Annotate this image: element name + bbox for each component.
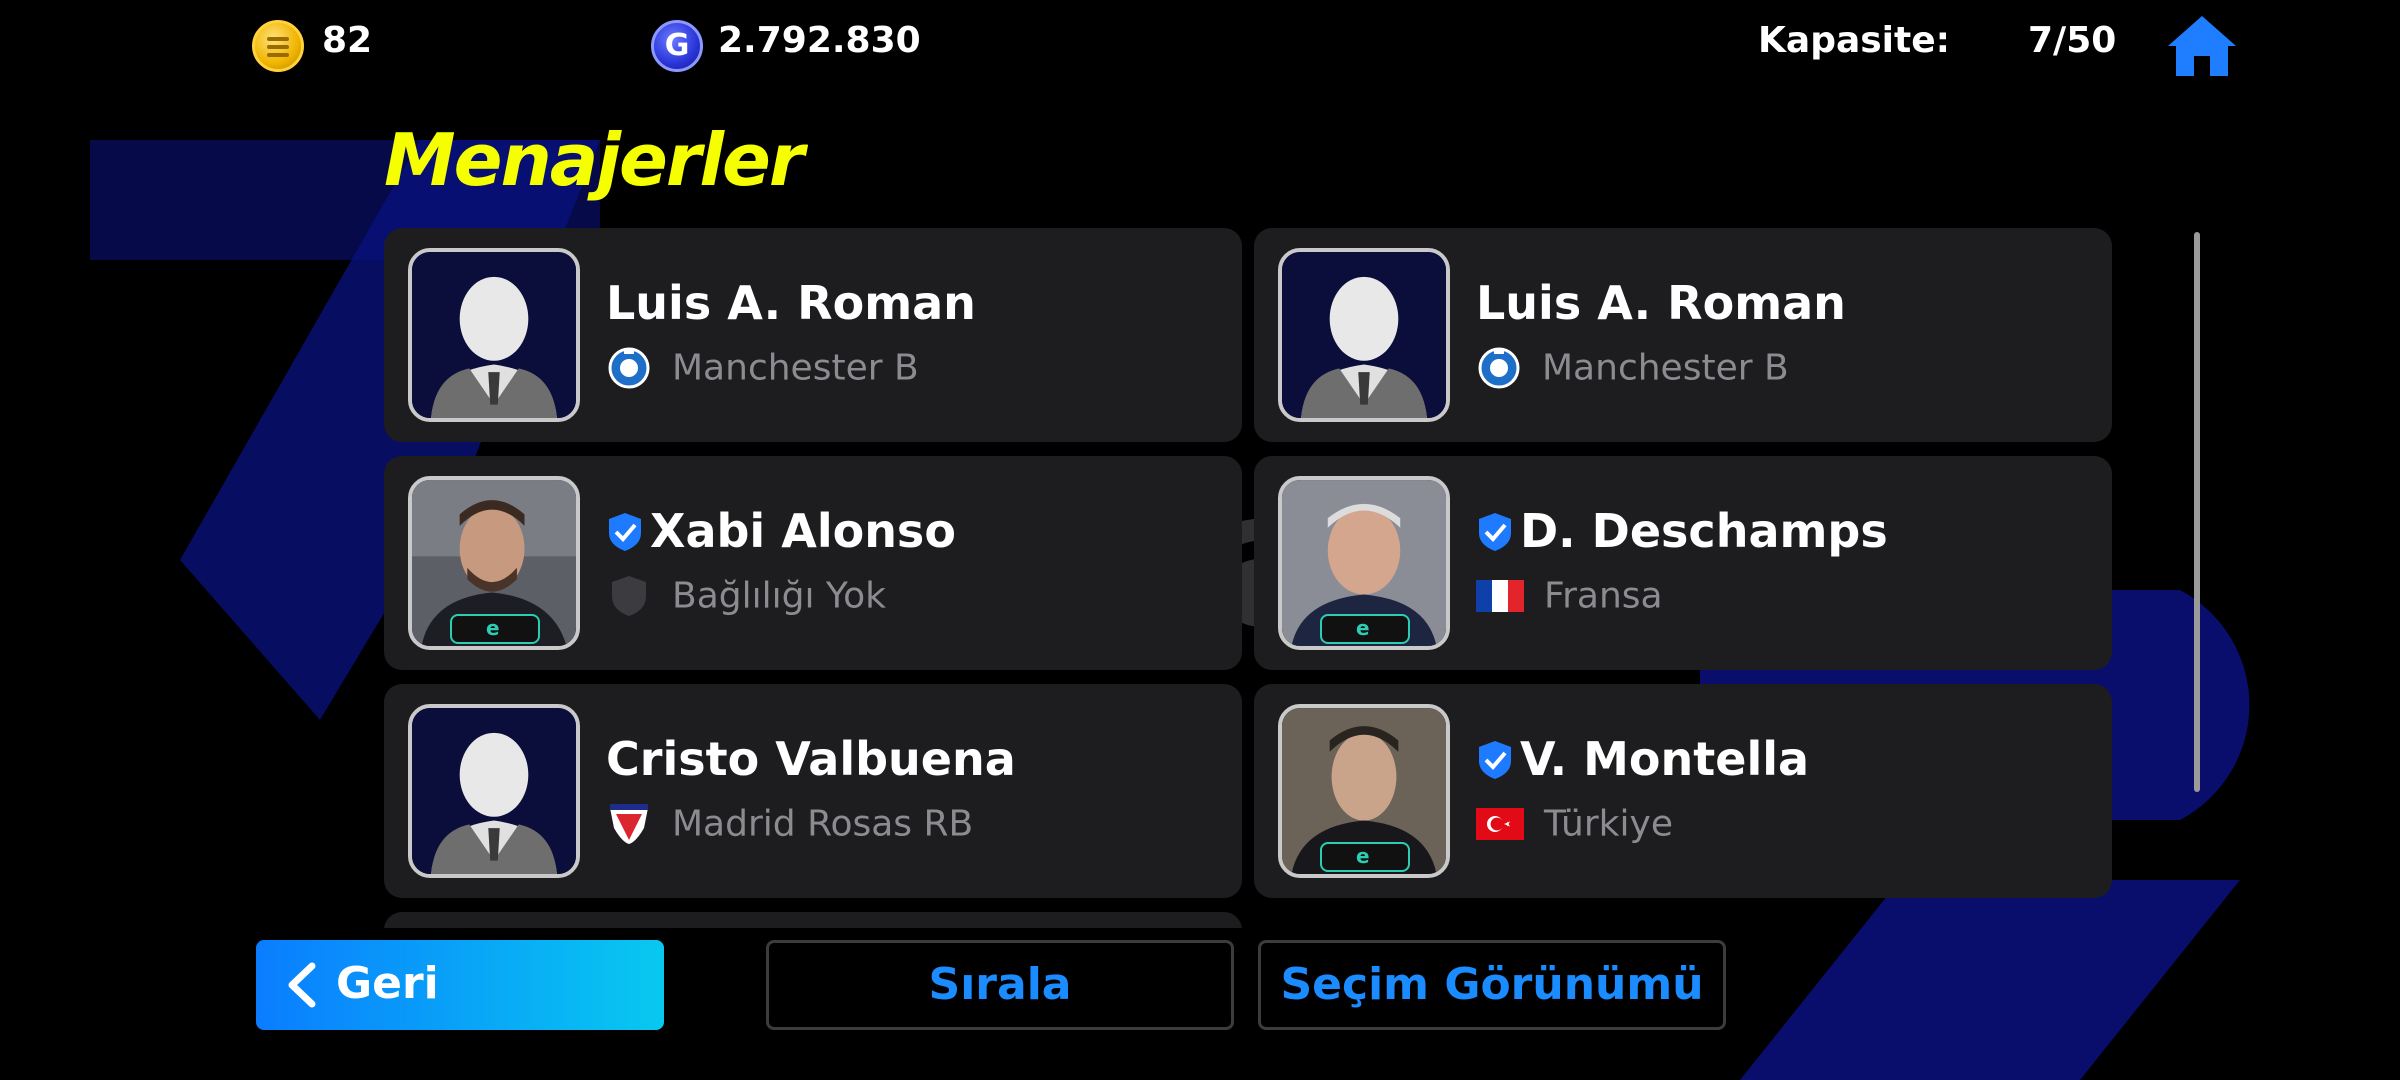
sort-button[interactable]: Sırala <box>766 940 1234 1030</box>
verified-badge <box>450 614 540 644</box>
manager-name: D. Deschamps <box>1520 504 1888 558</box>
verified-shield-icon <box>1479 741 1511 779</box>
manager-name: Luis A. Roman <box>606 276 976 330</box>
avatar <box>408 248 580 422</box>
manager-list: Luis A. Roman Manchester B Luis A. Roman <box>384 228 2114 928</box>
manager-team: Fransa <box>1544 575 1663 617</box>
manager-name: Cristo Valbuena <box>606 732 1016 786</box>
manager-card-deschamps[interactable]: D. Deschamps Fransa <box>1254 456 2112 670</box>
gp-balance: 2.792.830 <box>718 20 921 61</box>
manager-name: Luis A. Roman <box>1476 276 1846 330</box>
verified-shield-icon <box>609 513 641 551</box>
home-icon <box>2168 16 2236 76</box>
manager-card-partial[interactable] <box>384 912 1242 928</box>
coin-balance: 82 <box>322 20 373 61</box>
manager-name: Xabi Alonso <box>650 504 956 558</box>
manager-card-montella[interactable]: V. Montella Türkiye <box>1254 684 2112 898</box>
home-button[interactable] <box>2166 12 2238 80</box>
verified-shield-icon <box>1479 513 1511 551</box>
avatar <box>1278 704 1450 878</box>
avatar <box>408 704 580 878</box>
chevron-left-icon <box>288 962 316 1008</box>
club-emblem-icon <box>1478 347 1520 389</box>
verified-badge <box>1320 614 1410 644</box>
avatar <box>1278 476 1450 650</box>
avatar <box>408 476 580 650</box>
top-bar: 82 G 2.792.830 Kapasite: 7/50 <box>0 0 2400 90</box>
coin-icon <box>252 20 304 72</box>
scrollbar[interactable] <box>2194 232 2200 792</box>
manager-team: Manchester B <box>1542 347 1789 389</box>
manager-team: Türkiye <box>1544 803 1673 845</box>
selection-view-button[interactable]: Seçim Görünümü <box>1258 940 1726 1030</box>
shield-icon <box>612 576 646 616</box>
manager-name: V. Montella <box>1520 732 1810 786</box>
flag-france-icon <box>1476 580 1524 612</box>
verified-badge <box>1320 842 1410 872</box>
capacity-label: Kapasite: <box>1758 20 1951 61</box>
manager-card-cristo-valbuena[interactable]: Cristo Valbuena Madrid Rosas RB <box>384 684 1242 898</box>
back-button[interactable]: Geri <box>256 940 664 1030</box>
gp-icon: G <box>651 20 703 72</box>
club-emblem-icon <box>610 804 648 844</box>
page-title: Menajerler <box>384 118 804 202</box>
manager-team: Manchester B <box>672 347 919 389</box>
manager-card-luis-roman-1[interactable]: Luis A. Roman Manchester B <box>384 228 1242 442</box>
manager-team: Madrid Rosas RB <box>672 803 974 845</box>
back-label: Geri <box>336 958 439 1009</box>
manager-card-luis-roman-2[interactable]: Luis A. Roman Manchester B <box>1254 228 2112 442</box>
flag-turkey-icon <box>1476 808 1524 840</box>
avatar <box>1278 248 1450 422</box>
manager-team: Bağlılığı Yok <box>672 575 886 617</box>
manager-card-xabi-alonso[interactable]: Xabi Alonso Bağlılığı Yok <box>384 456 1242 670</box>
club-emblem-icon <box>608 347 650 389</box>
capacity-value: 7/50 <box>2028 20 2117 61</box>
